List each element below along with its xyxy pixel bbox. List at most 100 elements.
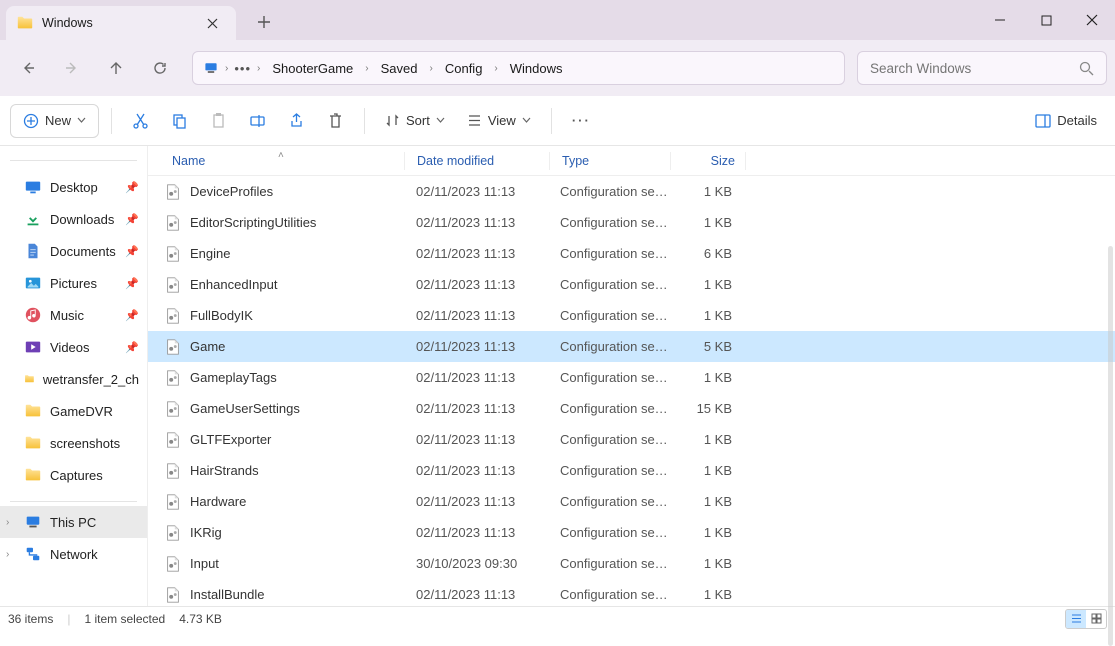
sort-button[interactable]: Sort bbox=[377, 104, 453, 138]
paste-icon bbox=[210, 112, 227, 129]
sidebar-item-captures[interactable]: Captures bbox=[0, 459, 147, 491]
share-button[interactable] bbox=[280, 104, 313, 138]
view-button[interactable]: View bbox=[459, 104, 539, 138]
close-tab-button[interactable] bbox=[198, 9, 226, 37]
folder-icon bbox=[24, 466, 42, 484]
file-type: Configuration sett... bbox=[548, 246, 668, 261]
file-size: 1 KB bbox=[668, 556, 742, 571]
arrow-right-icon bbox=[64, 60, 80, 76]
file-row[interactable]: GLTFExporter02/11/2023 11:13Configuratio… bbox=[148, 424, 1115, 455]
titlebar: Windows bbox=[0, 0, 1115, 40]
more-button[interactable]: ··· bbox=[564, 104, 599, 138]
file-row[interactable]: Engine02/11/2023 11:13Configuration sett… bbox=[148, 238, 1115, 269]
overflow-crumbs[interactable]: ••• bbox=[234, 61, 251, 76]
maximize-button[interactable] bbox=[1023, 0, 1069, 40]
chevron-down-icon bbox=[522, 116, 531, 125]
view-icon bbox=[467, 113, 482, 128]
file-size: 1 KB bbox=[668, 494, 742, 509]
scrollbar[interactable] bbox=[1108, 246, 1113, 646]
file-list[interactable]: DeviceProfiles02/11/2023 11:13Configurat… bbox=[148, 176, 1115, 606]
sort-label: Sort bbox=[406, 113, 430, 128]
sidebar-item-music[interactable]: Music 📌 bbox=[0, 299, 147, 331]
file-row[interactable]: GameplayTags02/11/2023 11:13Configuratio… bbox=[148, 362, 1115, 393]
sidebar-item-label: Music bbox=[50, 308, 84, 323]
file-type: Configuration sett... bbox=[548, 525, 668, 540]
search-input[interactable] bbox=[870, 61, 1071, 76]
sidebar-item-label: wetransfer_2_ch bbox=[43, 372, 139, 387]
file-row[interactable]: Game02/11/2023 11:13Configuration sett..… bbox=[148, 331, 1115, 362]
details-button[interactable]: Details bbox=[1027, 104, 1105, 138]
sidebar-item-gamedvr[interactable]: GameDVR bbox=[0, 395, 147, 427]
column-header-date[interactable]: Date modified bbox=[405, 154, 549, 168]
column-header-name[interactable]: Name bbox=[148, 154, 404, 168]
file-row[interactable]: Input 30/10/2023 09:30Configuration sett.… bbox=[148, 548, 1115, 579]
breadcrumb-bar[interactable]: › ••• › ShooterGame › Saved › Config › W… bbox=[192, 51, 845, 85]
file-row[interactable]: InstallBundle02/11/2023 11:13Configurati… bbox=[148, 579, 1115, 606]
breadcrumb-saved[interactable]: Saved bbox=[375, 58, 424, 79]
details-view-button[interactable] bbox=[1066, 610, 1086, 628]
file-row[interactable]: DeviceProfiles02/11/2023 11:13Configurat… bbox=[148, 176, 1115, 207]
file-date: 02/11/2023 11:13 bbox=[404, 215, 548, 230]
chevron-right-icon: › bbox=[257, 63, 260, 74]
file-row[interactable]: Hardware02/11/2023 11:13Configuration se… bbox=[148, 486, 1115, 517]
paste-button[interactable] bbox=[202, 104, 235, 138]
window-tab[interactable]: Windows bbox=[6, 6, 236, 40]
column-header-size[interactable]: Size bbox=[671, 154, 745, 168]
back-button[interactable] bbox=[8, 48, 48, 88]
file-row[interactable]: HairStrands02/11/2023 11:13Configuration… bbox=[148, 455, 1115, 486]
search-box[interactable] bbox=[857, 51, 1107, 85]
sidebar-item-documents[interactable]: Documents📌 bbox=[0, 235, 147, 267]
close-icon bbox=[1086, 14, 1098, 26]
config-file-icon bbox=[164, 586, 182, 604]
file-type: Configuration sett... bbox=[548, 556, 668, 571]
file-row[interactable]: IKRig02/11/2023 11:13Configuration sett.… bbox=[148, 517, 1115, 548]
config-file-icon bbox=[164, 524, 182, 542]
forward-button[interactable] bbox=[52, 48, 92, 88]
file-name: Input bbox=[190, 556, 219, 571]
delete-button[interactable] bbox=[319, 104, 352, 138]
rename-button[interactable] bbox=[241, 104, 274, 138]
sidebar-item-label: Desktop bbox=[50, 180, 98, 195]
chevron-down-icon bbox=[436, 116, 445, 125]
sidebar-item-this-pc[interactable]: › This PC bbox=[0, 506, 147, 538]
copy-button[interactable] bbox=[163, 104, 196, 138]
minimize-button[interactable] bbox=[977, 0, 1023, 40]
file-size: 1 KB bbox=[668, 525, 742, 540]
chevron-right-icon: › bbox=[365, 63, 368, 74]
file-date: 30/10/2023 09:30 bbox=[404, 556, 548, 571]
large-icons-view-button[interactable] bbox=[1086, 610, 1106, 628]
breadcrumb-shootergame[interactable]: ShooterGame bbox=[266, 58, 359, 79]
sidebar-item-network[interactable]: › Network bbox=[0, 538, 147, 570]
pin-icon: 📌 bbox=[125, 309, 139, 322]
breadcrumb-windows[interactable]: Windows bbox=[504, 58, 569, 79]
up-button[interactable] bbox=[96, 48, 136, 88]
cut-button[interactable] bbox=[124, 104, 157, 138]
close-window-button[interactable] bbox=[1069, 0, 1115, 40]
sidebar-item-label: Network bbox=[50, 547, 98, 562]
new-button[interactable]: New bbox=[10, 104, 99, 138]
navigation-sidebar: Desktop📌Downloads📌Documents📌Pictures📌Mus… bbox=[0, 146, 148, 606]
status-size: 4.73 KB bbox=[179, 612, 222, 626]
file-type: Configuration sett... bbox=[548, 494, 668, 509]
config-file-icon bbox=[164, 276, 182, 294]
delete-icon bbox=[327, 112, 344, 129]
refresh-button[interactable] bbox=[140, 48, 180, 88]
file-date: 02/11/2023 11:13 bbox=[404, 246, 548, 261]
file-row[interactable]: FullBodyIK02/11/2023 11:13Configuration … bbox=[148, 300, 1115, 331]
breadcrumb-config[interactable]: Config bbox=[439, 58, 489, 79]
file-row[interactable]: GameUserSettings02/11/2023 11:13Configur… bbox=[148, 393, 1115, 424]
file-row[interactable]: EnhancedInput02/11/2023 11:13Configurati… bbox=[148, 269, 1115, 300]
sidebar-item-wetransfer-2-ch[interactable]: wetransfer_2_ch bbox=[0, 363, 147, 395]
file-row[interactable]: EditorScriptingUtilities02/11/2023 11:13… bbox=[148, 207, 1115, 238]
maximize-icon bbox=[1041, 15, 1052, 26]
column-header-type[interactable]: Type bbox=[550, 154, 670, 168]
new-label: New bbox=[45, 113, 71, 128]
plus-icon bbox=[257, 15, 271, 29]
sidebar-item-screenshots[interactable]: screenshots bbox=[0, 427, 147, 459]
new-tab-button[interactable] bbox=[248, 6, 280, 38]
sidebar-item-desktop[interactable]: Desktop📌 bbox=[0, 171, 147, 203]
sidebar-item-videos[interactable]: Videos📌 bbox=[0, 331, 147, 363]
desktop-icon bbox=[24, 178, 42, 196]
sidebar-item-downloads[interactable]: Downloads📌 bbox=[0, 203, 147, 235]
sidebar-item-pictures[interactable]: Pictures📌 bbox=[0, 267, 147, 299]
